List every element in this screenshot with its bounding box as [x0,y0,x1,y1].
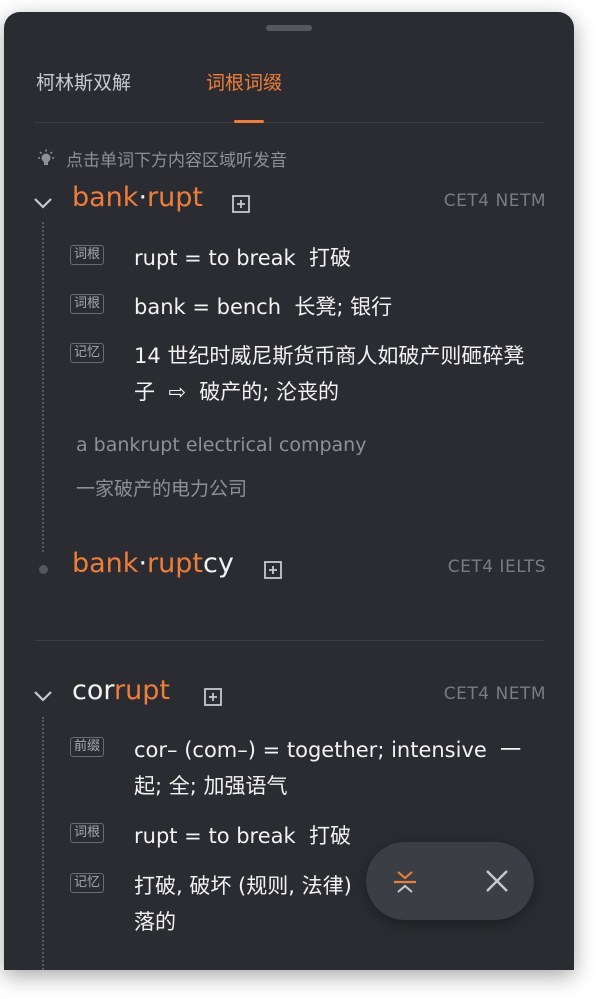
word-root-panel: 柯林斯双解 词根词缀 点击单词下方内容区域听发音 bank·rupt CET4 [4,12,574,970]
add-to-wordbook-icon[interactable] [232,195,250,213]
hint-text: 点击单词下方内容区域听发音 [66,151,287,171]
add-to-wordbook-icon[interactable] [264,561,282,579]
close-button[interactable] [478,862,516,900]
headword[interactable]: corrupt [72,675,170,706]
drag-handle[interactable] [266,25,312,31]
tab-collins[interactable]: 柯林斯双解 [36,68,131,95]
entry-header-bankruptcy[interactable]: bank·ruptcy CET4 IELTS [32,548,546,592]
tab-bar: 柯林斯双解 词根词缀 [34,68,544,123]
root-badge: 词根 [70,294,105,314]
exam-tags: CET4 IELTS [447,557,546,577]
chevron-down-icon[interactable] [32,685,54,707]
close-icon [486,870,508,892]
entry-header-bankrupt[interactable]: bank·rupt CET4 NETM [32,182,546,226]
pronunciation-hint: 点击单词下方内容区域听发音 [36,146,287,171]
memory-text: 14 世纪时威尼斯货币商人如破产则砸碎凳子 ⇨ 破产的; 沦丧的 [134,344,525,404]
entry-header-corrupt[interactable]: corrupt CET4 NETM [32,675,546,719]
exam-tags: CET4 NETM [443,684,546,704]
etymology-text: cor– (com–) = together; intensive 一起; 全;… [134,738,522,798]
etymology-text: bank = bench 长凳; 银行 [134,295,393,319]
root-badge: 词根 [70,823,105,843]
memory-badge: 记忆 [70,343,105,363]
tree-line [42,717,44,970]
headword[interactable]: bank·rupt [72,182,203,213]
exam-tags: CET4 NETM [443,191,546,211]
lightbulb-icon [38,149,54,165]
etymology-text: rupt = to break 打破 [134,246,352,270]
collapse-icon [394,871,416,893]
memory-badge: 记忆 [70,873,105,893]
prefix-badge: 前缀 [70,737,105,757]
example-english[interactable]: a bankrupt electrical company [76,434,366,456]
tab-word-roots[interactable]: 词根词缀 [206,68,282,95]
headword[interactable]: bank·ruptcy [72,548,234,579]
tree-line [42,222,44,552]
active-tab-indicator [234,120,264,123]
section-divider [34,640,544,641]
tree-node-dot [39,565,48,574]
example-chinese: 一家破产的电力公司 [76,478,248,500]
collapse-button[interactable] [386,862,424,900]
root-badge: 词根 [70,245,105,265]
chevron-down-icon[interactable] [32,192,54,214]
add-to-wordbook-icon[interactable] [204,688,222,706]
floating-action-pill [366,842,534,920]
